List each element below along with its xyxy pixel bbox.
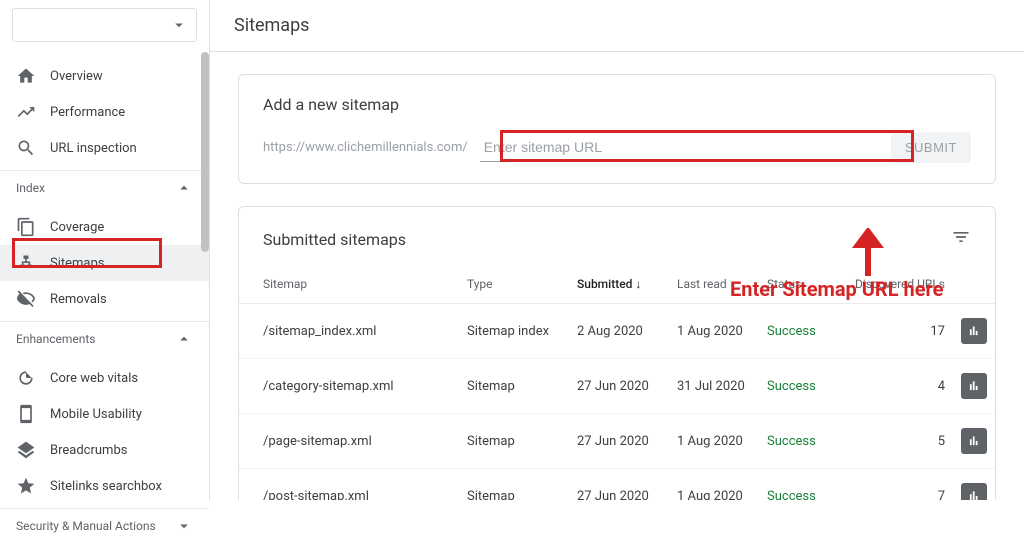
sidebar-item-label: Coverage [50,220,104,235]
sidebar-item-breadcrumbs[interactable]: Breadcrumbs [0,432,209,468]
cell-lastread: 31 Jul 2020 [669,359,759,414]
cell-discovered: 5 [839,414,953,469]
sidebar-item-url-inspection[interactable]: URL inspection [0,130,209,166]
cell-discovered: 7 [839,469,953,501]
chevron-up-icon [175,179,193,197]
view-chart-button[interactable] [961,428,987,454]
sidebar-item-label: Overview [50,69,103,84]
sidebar-item-mobile-usability[interactable]: Mobile Usability [0,396,209,432]
submitted-sitemaps-card: Submitted sitemaps Sitemap Type Submitte… [238,206,996,500]
cell-type: Sitemap index [459,304,569,359]
col-status[interactable]: Status [759,267,839,304]
cell-discovered: 17 [839,304,953,359]
sidebar: Overview Performance URL inspection Inde… [0,0,210,500]
section-label: Security & Manual Actions [16,519,156,533]
cell-lastread: 1 Aug 2020 [669,469,759,501]
sidebar-item-core-web-vitals[interactable]: Core web vitals [0,360,209,396]
sidebar-item-label: Removals [50,292,107,307]
sidebar-item-label: URL inspection [50,141,137,156]
sidebar-item-overview[interactable]: Overview [0,58,209,94]
chevron-down-icon [170,16,188,34]
sidebar-item-label: Breadcrumbs [50,443,127,458]
star-icon [16,476,36,496]
arrow-down-icon: ↓ [635,277,641,291]
cell-status: Success [759,469,839,501]
table-row[interactable]: /sitemap_index.xml Sitemap index 2 Aug 2… [239,304,995,359]
cell-sitemap: /category-sitemap.xml [239,359,459,414]
cell-lastread: 1 Aug 2020 [669,304,759,359]
cell-status: Success [759,304,839,359]
table-row[interactable]: /page-sitemap.xml Sitemap 27 Jun 2020 1 … [239,414,995,469]
cell-sitemap: /post-sitemap.xml [239,469,459,501]
col-type[interactable]: Type [459,267,569,304]
url-prefix: https://www.clichemillennials.com/ [263,140,468,155]
sitemap-url-input[interactable] [480,133,879,162]
sidebar-item-label: Performance [50,105,125,120]
sidebar-item-coverage[interactable]: Coverage [0,209,209,245]
view-chart-button[interactable] [961,318,987,344]
layers-icon [16,440,36,460]
sidebar-item-removals[interactable]: Removals [0,281,209,317]
section-header-index[interactable]: Index [0,171,209,205]
cell-lastread: 1 Aug 2020 [669,414,759,469]
speed-icon [16,368,36,388]
visibility-off-icon [16,289,36,309]
cell-submitted: 27 Jun 2020 [569,469,669,501]
section-label: Enhancements [16,332,96,346]
page-title: Sitemaps [234,15,309,36]
page-header: Sitemaps [210,0,1024,52]
cell-submitted: 27 Jun 2020 [569,414,669,469]
cell-submitted: 27 Jun 2020 [569,359,669,414]
sidebar-item-label: Mobile Usability [50,407,142,422]
copy-icon [16,217,36,237]
col-sitemap[interactable]: Sitemap [239,267,459,304]
card-title: Add a new sitemap [263,95,971,114]
section-label: Index [16,181,45,195]
view-chart-button[interactable] [961,373,987,399]
trending-icon [16,102,36,122]
sidebar-item-label: Sitemaps [50,256,105,271]
submit-button[interactable]: SUBMIT [891,132,971,163]
main-content: Sitemaps Add a new sitemap https://www.c… [210,0,1024,500]
sitemap-icon [16,253,36,273]
filter-icon[interactable] [951,227,971,251]
cell-status: Success [759,414,839,469]
sidebar-item-sitemaps[interactable]: Sitemaps [0,245,209,281]
property-selector[interactable] [12,8,197,42]
cell-sitemap: /sitemap_index.xml [239,304,459,359]
sidebar-item-performance[interactable]: Performance [0,94,209,130]
cell-type: Sitemap [459,469,569,501]
section-header-enhancements[interactable]: Enhancements [0,322,209,356]
view-chart-button[interactable] [961,483,987,500]
search-icon [16,138,36,158]
sitemaps-table: Sitemap Type Submitted ↓ Last read Statu… [239,267,995,500]
table-row[interactable]: /category-sitemap.xml Sitemap 27 Jun 202… [239,359,995,414]
sidebar-item-sitelinks-searchbox[interactable]: Sitelinks searchbox [0,468,209,504]
add-sitemap-card: Add a new sitemap https://www.clichemill… [238,74,996,184]
sidebar-item-label: Core web vitals [50,371,138,386]
col-lastread[interactable]: Last read [669,267,759,304]
chevron-down-icon [175,517,193,535]
card-title: Submitted sitemaps [263,230,406,249]
cell-submitted: 2 Aug 2020 [569,304,669,359]
chevron-up-icon [175,330,193,348]
col-submitted[interactable]: Submitted ↓ [569,267,669,304]
home-icon [16,66,36,86]
col-discovered[interactable]: Discovered URLs [839,267,953,304]
cell-status: Success [759,359,839,414]
cell-discovered: 4 [839,359,953,414]
table-row[interactable]: /post-sitemap.xml Sitemap 27 Jun 2020 1 … [239,469,995,501]
section-header-security[interactable]: Security & Manual Actions [0,509,209,543]
smartphone-icon [16,404,36,424]
scrollbar[interactable] [201,52,209,252]
cell-sitemap: /page-sitemap.xml [239,414,459,469]
sidebar-item-label: Sitelinks searchbox [50,479,162,494]
cell-type: Sitemap [459,414,569,469]
cell-type: Sitemap [459,359,569,414]
